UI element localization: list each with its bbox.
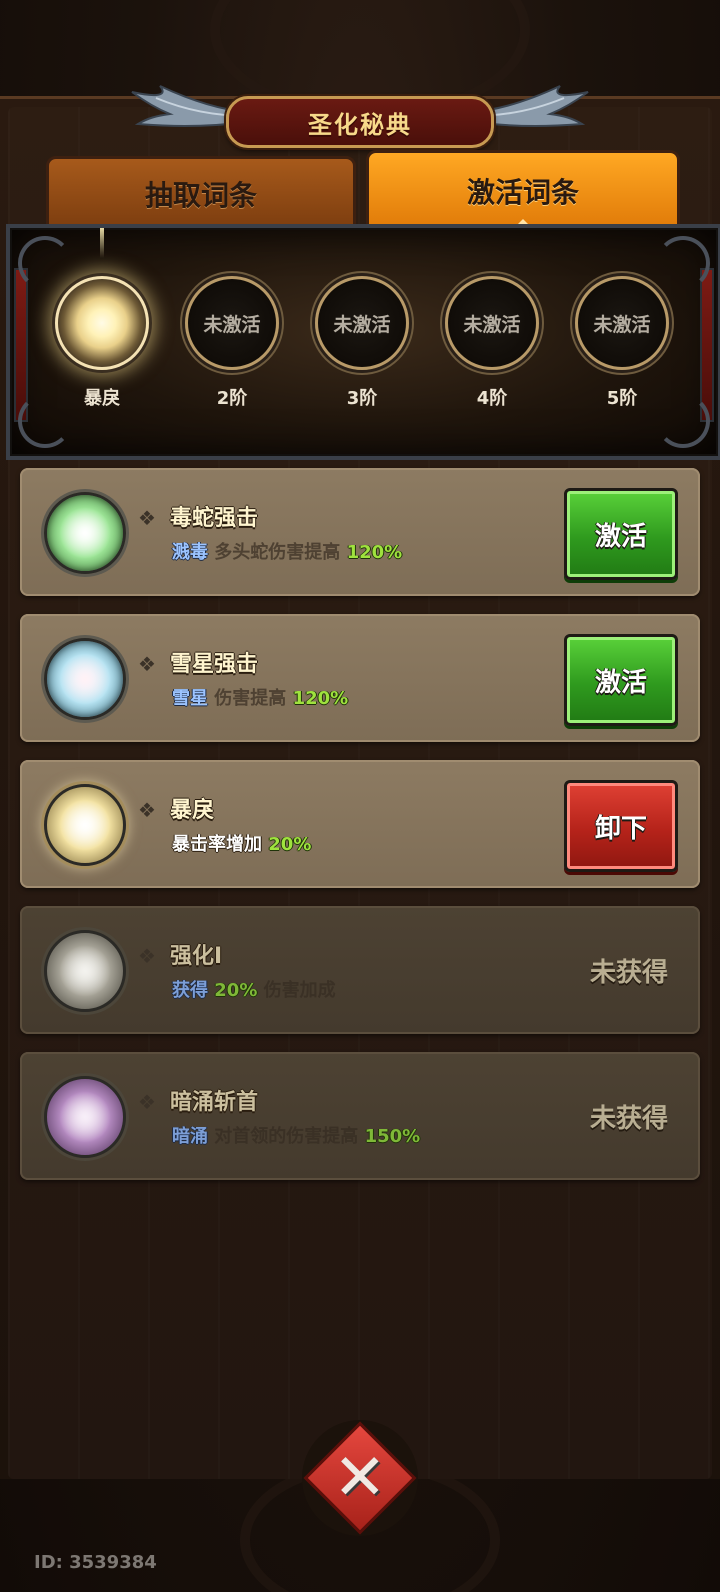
tier-label: 2阶 — [216, 388, 248, 409]
unequip-button[interactable]: 卸下 — [564, 780, 678, 872]
diamond-cluster-icon: ❖ — [138, 798, 156, 822]
skill-desc-text: 对首领的伤害提高 — [214, 1126, 359, 1147]
light-beam — [100, 228, 104, 258]
orb-core — [59, 799, 111, 851]
close-button[interactable]: ✕ — [303, 1421, 417, 1535]
tier-ring-locked: 未激活 — [445, 276, 539, 370]
not-obtained-label: 未获得 — [589, 958, 668, 988]
tier-ring-locked: 未激活 — [575, 276, 669, 370]
skill-percent: 20% — [268, 834, 312, 855]
activate-button[interactable]: 激活 — [564, 634, 678, 726]
skill-row-locked: ❖ 强化I 获得 20% 伤害加成 未获得 — [20, 906, 700, 1034]
tier-slot-5[interactable]: 未激活 5阶 — [574, 276, 670, 410]
skill-tag: 溅毒 — [172, 542, 208, 563]
activate-button[interactable]: 激活 — [564, 488, 678, 580]
player-id: ID: 3539384 — [34, 1552, 157, 1573]
skill-tag: 暗涌 — [172, 1126, 208, 1147]
title-banner: 圣化秘典 — [130, 82, 590, 156]
skill-orb-icon — [44, 930, 126, 1012]
tier-slot-1[interactable]: 暴戾 — [54, 276, 150, 410]
orb-core — [59, 1091, 111, 1143]
skill-name: 暗涌斩首 — [170, 1090, 259, 1115]
skill-orb-icon — [44, 638, 126, 720]
orb-core — [59, 653, 111, 705]
skill-desc-text: 伤害提高 — [214, 688, 287, 709]
skill-desc-text: 暴击率增加 — [172, 834, 262, 855]
skill-orb-icon — [44, 1076, 126, 1158]
tier-ring-active — [55, 276, 149, 370]
close-x-icon: ✕ — [333, 1441, 387, 1515]
skill-percent: 120% — [346, 542, 403, 563]
tier-label: 3阶 — [346, 388, 378, 409]
skill-name: 雪星强击 — [170, 652, 259, 677]
stage-rail-left — [14, 268, 28, 422]
skill-orb-icon — [44, 492, 126, 574]
diamond-cluster-icon: ❖ — [138, 506, 156, 530]
tier-slot-3[interactable]: 未激活 3阶 — [314, 276, 410, 410]
skill-tag: 雪星 — [172, 688, 208, 709]
diamond-cluster-icon: ❖ — [138, 944, 156, 968]
tier-slot-2[interactable]: 未激活 2阶 — [184, 276, 280, 410]
tab-draw-affix[interactable]: 抽取词条 — [46, 156, 356, 232]
skill-percent: 150% — [364, 1126, 421, 1147]
tier-label: 暴戾 — [84, 388, 120, 409]
not-obtained-label: 未获得 — [589, 1104, 668, 1134]
skill-row: ❖ 雪星强击 雪星 伤害提高 120% 激活 — [20, 614, 700, 742]
tab-activate-affix[interactable]: 激活词条 — [366, 150, 680, 232]
skill-name: 毒蛇强击 — [170, 506, 259, 531]
skill-percent: 120% — [292, 688, 349, 709]
tier-ring-locked: 未激活 — [315, 276, 409, 370]
skill-row: ❖ 暴戾 暴击率增加 20% 卸下 — [20, 760, 700, 888]
tier-label: 5阶 — [606, 388, 638, 409]
page-title: 圣化秘典 — [226, 96, 494, 148]
skill-orb-icon — [44, 784, 126, 866]
skill-desc-text: 获得 — [172, 980, 208, 1001]
diamond-cluster-icon: ❖ — [138, 1090, 156, 1114]
tab-activate-affix-label: 激活词条 — [466, 176, 579, 209]
tier-ring-locked: 未激活 — [185, 276, 279, 370]
skill-desc: 暴击率增加 20% — [172, 830, 311, 856]
skill-desc: 暗涌 对首领的伤害提高 150% — [172, 1122, 420, 1148]
game-screen: 圣化秘典 抽取词条 激活词条 暴戾 未激活 2阶 未激活 3阶 未激活 4阶 未… — [0, 0, 720, 1592]
skill-name: 强化I — [170, 944, 223, 969]
skill-percent: 20% — [214, 980, 258, 1001]
diamond-cluster-icon: ❖ — [138, 652, 156, 676]
orb-core — [59, 945, 111, 997]
close-button-frame: ✕ — [302, 1420, 418, 1536]
skill-desc-text: 多头蛇伤害提高 — [214, 542, 341, 563]
tier-label: 4阶 — [476, 388, 508, 409]
skill-row: ❖ 毒蛇强击 溅毒 多头蛇伤害提高 120% 激活 — [20, 468, 700, 596]
skill-row-locked: ❖ 暗涌斩首 暗涌 对首领的伤害提高 150% 未获得 — [20, 1052, 700, 1180]
skill-desc: 溅毒 多头蛇伤害提高 120% — [172, 538, 402, 564]
tier-slot-4[interactable]: 未激活 4阶 — [444, 276, 540, 410]
stage-rail-right — [700, 268, 714, 422]
orb-core — [59, 507, 111, 559]
skill-desc: 获得 20% 伤害加成 — [172, 976, 336, 1002]
skill-desc-suffix: 伤害加成 — [263, 980, 336, 1001]
skill-desc: 雪星 伤害提高 120% — [172, 684, 348, 710]
skill-name: 暴戾 — [170, 798, 215, 823]
tier-stage: 暴戾 未激活 2阶 未激活 3阶 未激活 4阶 未激活 5阶 — [6, 224, 720, 460]
